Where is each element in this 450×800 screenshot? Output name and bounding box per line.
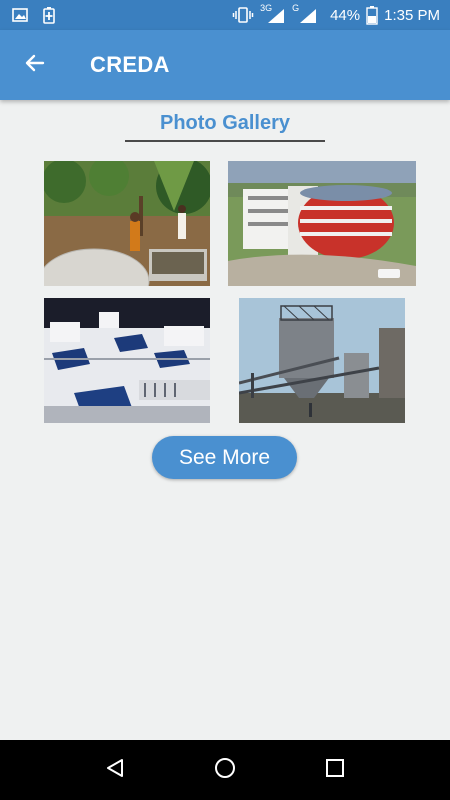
battery-icon bbox=[366, 5, 378, 25]
see-more-button[interactable]: See More bbox=[152, 436, 297, 479]
gallery-photo-industrial[interactable] bbox=[239, 298, 405, 423]
status-bar: 3G G 44% 1:35 PM bbox=[0, 0, 450, 30]
main-content: Photo Gallery See More bbox=[0, 100, 450, 740]
clock: 1:35 PM bbox=[384, 6, 440, 24]
vibrate-icon bbox=[232, 6, 254, 24]
network-3g-label: 3G bbox=[260, 3, 273, 13]
back-button[interactable] bbox=[0, 30, 70, 100]
battery-percent: 44% bbox=[330, 6, 361, 24]
nav-back-button[interactable] bbox=[95, 750, 135, 790]
gallery-icon bbox=[12, 7, 28, 23]
page-title: CREDA bbox=[90, 52, 170, 77]
gallery-photo-biogas[interactable] bbox=[44, 161, 210, 286]
gallery-heading: Photo Gallery bbox=[159, 112, 291, 134]
heading-underline bbox=[125, 140, 325, 142]
gallery-photo-building[interactable] bbox=[228, 161, 416, 286]
gallery-photo-rooftops[interactable] bbox=[44, 298, 210, 423]
signal-icon: 3G bbox=[260, 3, 286, 25]
system-nav-bar bbox=[0, 740, 450, 800]
home-circle-icon bbox=[213, 756, 237, 785]
signal-icon: G bbox=[292, 3, 318, 25]
battery-saver-icon bbox=[42, 6, 56, 24]
back-triangle-icon bbox=[104, 757, 126, 784]
arrow-left-icon bbox=[23, 51, 47, 80]
nav-recents-button[interactable] bbox=[315, 750, 355, 790]
network-g-label: G bbox=[292, 3, 300, 13]
recents-square-icon bbox=[324, 757, 346, 784]
app-bar: CREDA bbox=[0, 30, 450, 100]
nav-home-button[interactable] bbox=[205, 750, 245, 790]
